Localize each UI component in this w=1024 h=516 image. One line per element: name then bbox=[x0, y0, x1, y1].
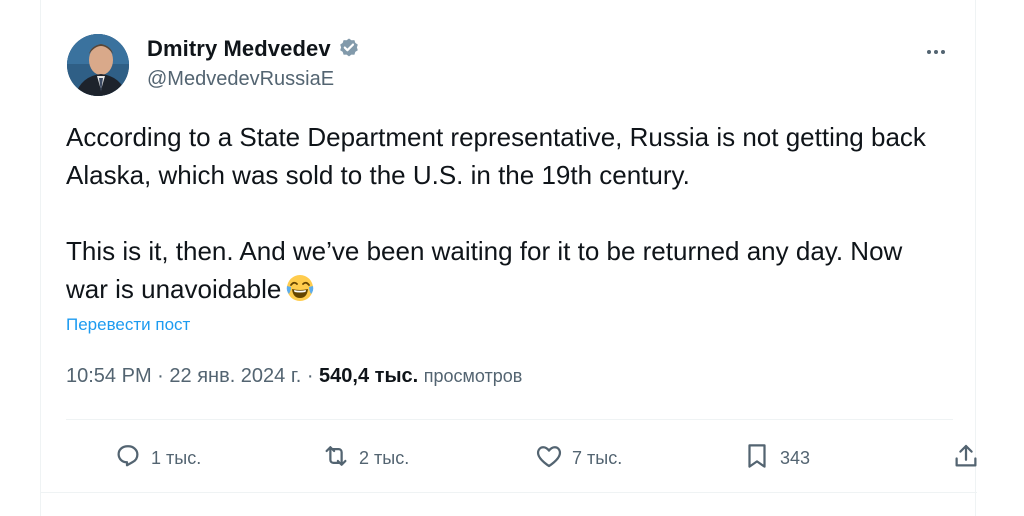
meta-separator: · bbox=[301, 365, 320, 387]
divider bbox=[66, 419, 953, 420]
tweet-date[interactable]: 22 янв. 2024 г. bbox=[169, 365, 301, 387]
views-label: просмотров bbox=[423, 366, 523, 386]
tweet-time[interactable]: 10:54 PM bbox=[66, 365, 152, 387]
tweet-paragraph-2: This is it, then. And we’ve been waiting… bbox=[66, 232, 936, 308]
author-name-row: Dmitry Medvedev bbox=[147, 36, 361, 62]
laughing-emoji-icon bbox=[285, 273, 315, 303]
bookmark-count: 343 bbox=[780, 447, 811, 468]
reply-button[interactable]: 1 тыс. bbox=[113, 438, 201, 478]
share-icon bbox=[951, 441, 981, 476]
bottom-divider bbox=[41, 492, 977, 493]
share-button[interactable] bbox=[951, 438, 981, 478]
like-count: 7 тыс. bbox=[572, 447, 623, 468]
action-bar: 1 тыс. 2 тыс. 7 тыс. 343 bbox=[66, 438, 977, 478]
author-name[interactable]: Dmitry Medvedev bbox=[147, 36, 331, 62]
bookmark-button[interactable]: 343 bbox=[742, 438, 810, 478]
like-button[interactable]: 7 тыс. bbox=[534, 438, 622, 478]
bookmark-icon bbox=[742, 441, 772, 476]
reply-count: 1 тыс. bbox=[151, 447, 202, 468]
repost-icon bbox=[321, 441, 351, 476]
tweet-meta: 10:54 PM · 22 янв. 2024 г. · 540,4 тыс. … bbox=[66, 365, 522, 388]
repost-button[interactable]: 2 тыс. bbox=[321, 438, 409, 478]
more-options-icon[interactable] bbox=[921, 40, 951, 64]
meta-separator: · bbox=[151, 365, 170, 387]
author-handle[interactable]: @MedvedevRussiaE bbox=[147, 68, 334, 91]
avatar[interactable] bbox=[67, 34, 129, 96]
translate-link[interactable]: Перевести пост bbox=[66, 315, 190, 335]
like-icon bbox=[534, 441, 564, 476]
tweet-text: According to a State Department represen… bbox=[66, 118, 936, 308]
views-count: 540,4 тыс. bbox=[319, 365, 419, 387]
tweet-card: Dmitry Medvedev @MedvedevRussiaE Accordi… bbox=[40, 0, 977, 516]
verified-badge-icon[interactable] bbox=[337, 37, 361, 61]
reply-icon bbox=[113, 441, 143, 476]
tweet-paragraph-2-text: This is it, then. And we’ve been waiting… bbox=[66, 236, 903, 304]
tweet-paragraph-1: According to a State Department represen… bbox=[66, 122, 926, 190]
repost-count: 2 тыс. bbox=[359, 447, 410, 468]
